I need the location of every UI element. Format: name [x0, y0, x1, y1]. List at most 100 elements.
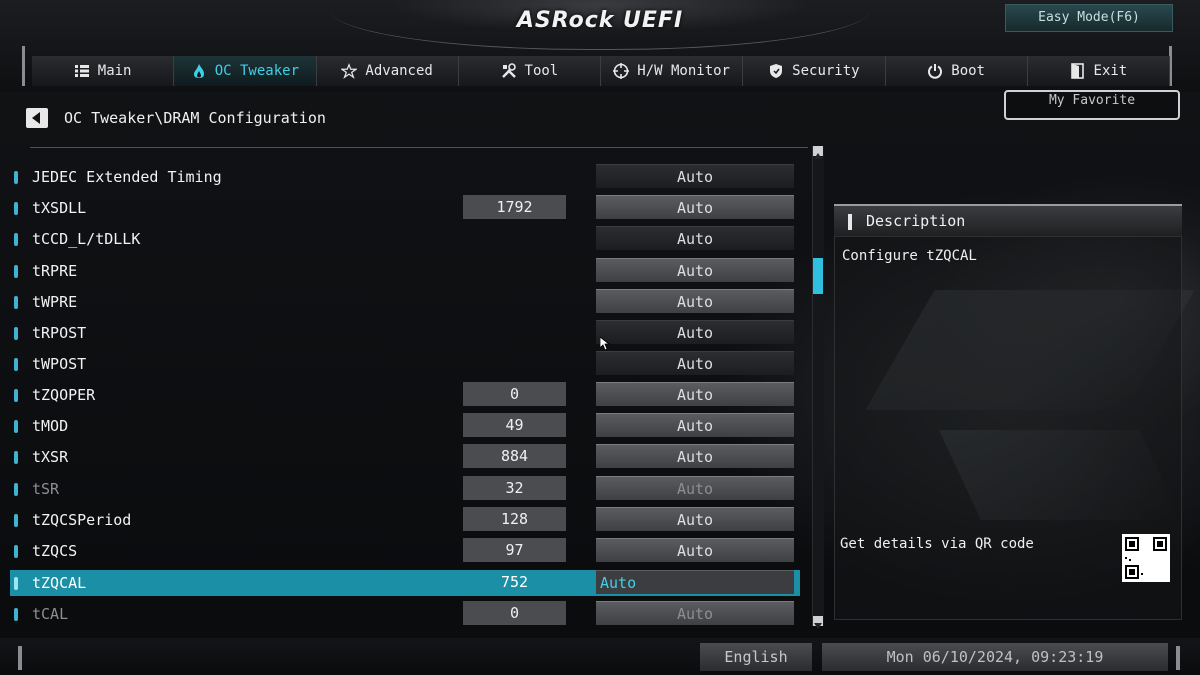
- setting-row-tccd-l-tdllk[interactable]: tCCD_L/tDLLK Auto: [10, 226, 800, 252]
- tab-oc-tweaker[interactable]: OC Tweaker: [174, 56, 317, 86]
- current-value: 0: [463, 382, 566, 406]
- scroll-up-arrow[interactable]: [813, 146, 823, 159]
- qr-code-icon: [1125, 537, 1167, 579]
- language-button[interactable]: English: [700, 643, 812, 671]
- row-marker: [14, 389, 18, 402]
- easy-mode-button[interactable]: Easy Mode(F6): [1005, 4, 1173, 32]
- setting-row-tsr[interactable]: tSR 32 Auto: [10, 476, 800, 502]
- tab-label: Tool: [524, 63, 559, 79]
- setting-option-select[interactable]: Auto: [596, 507, 794, 531]
- setting-option-select[interactable]: Auto: [596, 538, 794, 562]
- setting-option-select[interactable]: Auto: [596, 444, 794, 468]
- tab-boot[interactable]: Boot: [885, 56, 1028, 86]
- setting-label: tXSDLL: [32, 199, 87, 217]
- scroll-down-arrow[interactable]: [813, 616, 823, 629]
- setting-row-tzqcsperiod[interactable]: tZQCSPeriod 128 Auto: [10, 507, 800, 533]
- current-value: 128: [463, 507, 566, 531]
- setting-row-trpre[interactable]: tRPRE Auto: [10, 258, 800, 284]
- setting-row-tzqcs[interactable]: tZQCS 97 Auto: [10, 538, 800, 564]
- row-marker: [14, 171, 18, 184]
- setting-option-select[interactable]: Auto: [596, 164, 794, 188]
- setting-label: tRPRE: [32, 262, 78, 280]
- setting-row-tmod[interactable]: tMOD 49 Auto: [10, 413, 800, 439]
- back-button[interactable]: [26, 108, 48, 128]
- tab-security[interactable]: Security: [743, 56, 886, 86]
- breadcrumb: OC Tweaker\DRAM Configuration: [64, 109, 326, 127]
- setting-option-select[interactable]: Auto: [596, 570, 794, 594]
- exit-door-icon: [1070, 63, 1086, 79]
- list-icon: [74, 63, 90, 79]
- setting-row-txsr[interactable]: tXSR 884 Auto: [10, 444, 800, 470]
- row-marker: [14, 202, 18, 215]
- setting-option-select[interactable]: Auto: [596, 351, 794, 375]
- power-icon: [927, 63, 943, 79]
- row-marker: [14, 265, 18, 278]
- tab-tool[interactable]: Tool: [458, 56, 601, 86]
- setting-option-select[interactable]: Auto: [596, 195, 794, 219]
- tab-label: OC Tweaker: [214, 63, 300, 79]
- row-marker: [14, 577, 18, 590]
- setting-row-twpost[interactable]: tWPOST Auto: [10, 351, 800, 377]
- row-marker: [14, 358, 18, 371]
- uefi-screen: ASRock UEFI Easy Mode(F6) Main OC Tweaker…: [0, 0, 1200, 675]
- setting-label: tZQCAL: [32, 574, 87, 592]
- tab-label: Security: [792, 63, 860, 79]
- setting-label: tXSR: [32, 448, 69, 466]
- tab-label: H/W Monitor: [637, 63, 730, 79]
- shield-icon: [768, 63, 784, 79]
- current-value: 752: [500, 573, 529, 591]
- setting-row-tzqoper[interactable]: tZQOPER 0 Auto: [10, 382, 800, 408]
- setting-row-jedec-extended-timing[interactable]: JEDEC Extended Timing Auto: [10, 164, 800, 190]
- current-value: 49: [463, 413, 566, 437]
- qr-code-hint: Get details via QR code: [840, 536, 1034, 552]
- qr-code[interactable]: [1122, 534, 1170, 582]
- setting-row-tcal[interactable]: tCAL 0 Auto: [10, 601, 800, 627]
- star-icon: [341, 63, 358, 79]
- row-marker: [14, 420, 18, 433]
- row-marker: [14, 451, 18, 464]
- setting-option-select[interactable]: Auto: [596, 382, 794, 406]
- tab-label: Main: [97, 63, 132, 79]
- row-marker: [14, 514, 18, 527]
- separator-line: [30, 147, 808, 148]
- row-marker: [14, 233, 18, 246]
- setting-option-select[interactable]: Auto: [596, 320, 794, 344]
- back-arrow-icon: [32, 112, 40, 124]
- setting-option-select[interactable]: Auto: [596, 601, 794, 625]
- tab-label: Advanced: [365, 63, 433, 79]
- tab-main[interactable]: Main: [32, 56, 175, 86]
- setting-option-select[interactable]: Auto: [596, 289, 794, 313]
- setting-option-select[interactable]: Auto: [596, 258, 794, 282]
- datetime-display: Mon 06/10/2024, 09:23:19: [822, 643, 1168, 671]
- setting-option-select[interactable]: Auto: [596, 413, 794, 437]
- tab-h-w-monitor[interactable]: H/W Monitor: [601, 56, 744, 86]
- row-marker: [14, 483, 18, 496]
- scrollbar-track[interactable]: [812, 146, 824, 626]
- setting-label: tSR: [32, 480, 60, 498]
- setting-label: tWPRE: [32, 293, 78, 311]
- row-marker: [14, 296, 18, 309]
- description-marker: [848, 214, 852, 230]
- setting-row-txsdll[interactable]: tXSDLL 1792 Auto: [10, 195, 800, 221]
- tab-exit[interactable]: Exit: [1027, 56, 1170, 86]
- setting-label: tZQOPER: [32, 386, 96, 404]
- footer-edge-right: [1176, 646, 1180, 670]
- triangle-down-icon: [814, 623, 822, 629]
- scrollbar-thumb[interactable]: [813, 258, 823, 294]
- current-value: 1792: [463, 195, 566, 219]
- description-header: Description: [834, 204, 1182, 236]
- setting-label: tZQCSPeriod: [32, 511, 132, 529]
- setting-label: tZQCS: [32, 542, 78, 560]
- row-marker: [14, 545, 18, 558]
- setting-option-select[interactable]: Auto: [596, 476, 794, 500]
- setting-row-tzqcal[interactable]: tZQCAL 752 Auto: [10, 570, 800, 596]
- tools-icon: [501, 63, 517, 79]
- my-favorite-button[interactable]: My Favorite: [1004, 90, 1180, 120]
- setting-label: tCAL: [32, 605, 69, 623]
- setting-row-twpre[interactable]: tWPRE Auto: [10, 289, 800, 315]
- tab-advanced[interactable]: Advanced: [316, 56, 459, 86]
- current-value: 0: [463, 601, 566, 625]
- setting-label: tCCD_L/tDLLK: [32, 230, 141, 248]
- setting-option-select[interactable]: Auto: [596, 226, 794, 250]
- setting-row-trpost[interactable]: tRPOST Auto: [10, 320, 800, 346]
